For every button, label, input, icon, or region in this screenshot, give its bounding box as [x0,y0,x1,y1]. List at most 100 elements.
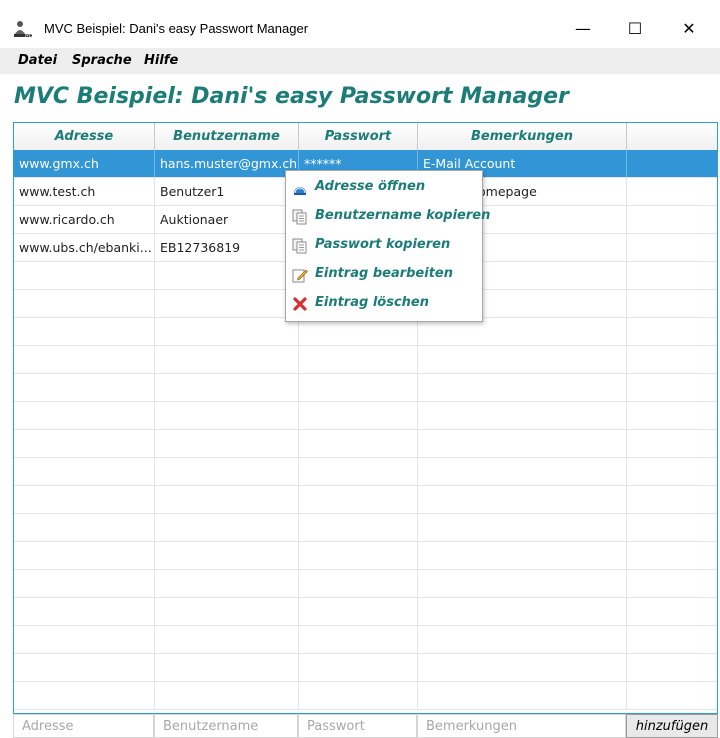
cell-extra [627,178,717,205]
cell-username [155,598,299,625]
cell-username [155,682,299,709]
cell-address [14,542,155,569]
context-item-passwort-kopieren[interactable]: Passwort kopieren [286,232,482,260]
context-item-eintrag-loeschen[interactable]: Eintrag löschen [286,290,482,318]
cell-address [14,318,155,345]
context-item-label: Eintrag bearbeiten [315,266,453,281]
cell-remarks [418,346,627,373]
cell-username [155,374,299,401]
cell-extra [627,150,717,177]
cell-extra [627,542,717,569]
cell-remarks [418,486,627,513]
cell-username [155,486,299,513]
context-item-label: Passwort kopieren [315,237,451,252]
cell-username [155,346,299,373]
menu-sprache[interactable]: Sprache [72,53,132,68]
cell-remarks [418,542,627,569]
cell-address [14,486,155,513]
menu-bar: Datei Sprache Hilfe [0,48,720,74]
cell-username: hans.muster@gmx.ch [155,150,299,177]
cell-password [299,682,418,709]
context-item-adresse-oeffnen[interactable]: Adresse öffnen [286,174,482,202]
table-row[interactable] [14,458,717,486]
cell-remarks [418,654,627,681]
cell-address [14,262,155,289]
table-row[interactable] [14,626,717,654]
table-header: Adresse Benutzername Passwort Bemerkunge… [14,123,717,151]
context-menu: Adresse öffnen Benutzername kopieren Pas… [285,170,490,322]
column-header-passwort[interactable]: Passwort [299,123,418,150]
column-header-extra[interactable] [627,123,717,150]
cell-remarks [418,402,627,429]
copy-icon [292,238,308,254]
cell-username [155,570,299,597]
cell-extra [627,374,717,401]
cell-extra [627,654,717,681]
table-row[interactable] [14,514,717,542]
table-row[interactable] [14,346,717,374]
remarks-input[interactable] [417,714,626,738]
add-button[interactable]: hinzufügen [626,714,718,738]
table-row[interactable] [14,654,717,682]
cell-password [299,346,418,373]
cell-extra [627,626,717,653]
address-input[interactable] [13,714,154,738]
cell-password [299,458,418,485]
table-row[interactable] [14,682,717,710]
cell-address [14,598,155,625]
menu-hilfe[interactable]: Hilfe [144,53,178,68]
table-row[interactable] [14,486,717,514]
add-entry-row: hinzufügen [13,714,718,738]
cell-extra [627,598,717,625]
table-row[interactable] [14,542,717,570]
cell-remarks [418,430,627,457]
cell-address [14,626,155,653]
cell-address: www.ricardo.ch [14,206,155,233]
cell-address: www.ubs.ch/ebanki... [14,234,155,261]
cell-extra [627,458,717,485]
cell-password [299,514,418,541]
cell-remarks [418,318,627,345]
cell-extra [627,290,717,317]
cell-extra [627,262,717,289]
cell-extra [627,206,717,233]
table-row[interactable] [14,374,717,402]
password-input[interactable] [298,714,417,738]
minimize-button[interactable]: — [560,10,606,46]
cell-extra [627,682,717,709]
cell-extra [627,402,717,429]
context-item-label: Benutzername kopieren [315,208,491,223]
cell-username [155,262,299,289]
cell-password [299,542,418,569]
cell-username [155,318,299,345]
cell-extra [627,486,717,513]
cell-address [14,514,155,541]
cell-username [155,290,299,317]
cell-address [14,682,155,709]
menu-datei[interactable]: Datei [18,53,57,68]
globe-icon [292,180,308,196]
cell-username [155,430,299,457]
svg-text:MS: MS [25,32,34,38]
table-row[interactable] [14,318,717,346]
cell-password [299,374,418,401]
context-item-benutzername-kopieren[interactable]: Benutzername kopieren [286,203,490,231]
close-button[interactable]: ✕ [666,10,712,46]
table-row[interactable] [14,598,717,626]
column-header-benutzername[interactable]: Benutzername [155,123,299,150]
cell-username [155,654,299,681]
column-header-adresse[interactable]: Adresse [14,123,155,150]
cell-address: www.gmx.ch [14,150,155,177]
maximize-button[interactable]: ☐ [612,10,658,46]
cell-address [14,430,155,457]
table-row[interactable] [14,402,717,430]
column-header-bemerkungen[interactable]: Bemerkungen [418,123,627,150]
table-row[interactable] [14,430,717,458]
cell-address [14,458,155,485]
context-item-eintrag-bearbeiten[interactable]: Eintrag bearbeiten [286,261,482,289]
username-input[interactable] [154,714,298,738]
table-row[interactable] [14,570,717,598]
page-title: MVC Beispiel: Dani's easy Passwort Manag… [14,84,569,109]
cell-address [14,654,155,681]
cell-username: Benutzer1 [155,178,299,205]
